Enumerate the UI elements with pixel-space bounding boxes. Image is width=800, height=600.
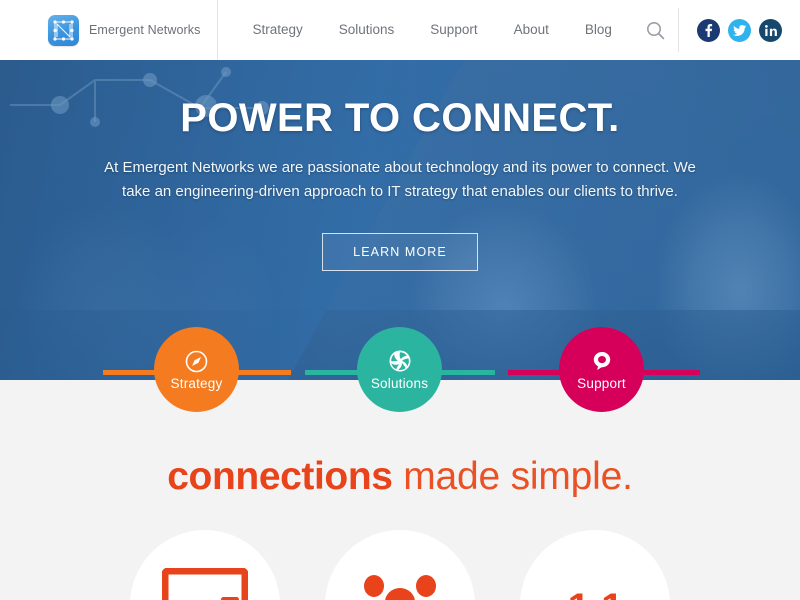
- badge-strategy[interactable]: Strategy: [154, 327, 239, 412]
- feature-one-to-one[interactable]: 1:1: [520, 530, 670, 600]
- service-badges: Strategy Solutions Support: [0, 327, 800, 457]
- tagline: connections made simple.: [0, 455, 800, 499]
- tagline-light: made simple.: [392, 455, 633, 498]
- feature-people[interactable]: [325, 530, 475, 600]
- twitter-icon[interactable]: [728, 18, 751, 42]
- one-to-one-icon: 1:1: [568, 588, 624, 600]
- main-nav: Strategy Solutions Support About Blog: [234, 0, 629, 60]
- feature-circles: 1:1: [0, 530, 800, 600]
- facebook-icon[interactable]: [697, 18, 720, 42]
- nav-item-blog[interactable]: Blog: [567, 0, 630, 60]
- devices-icon: [162, 568, 248, 600]
- linkedin-icon[interactable]: [759, 18, 782, 42]
- badge-support[interactable]: Support: [559, 327, 644, 412]
- nav-item-solutions[interactable]: Solutions: [321, 0, 413, 60]
- tagline-strong: connections: [167, 455, 393, 498]
- learn-more-button[interactable]: LEARN MORE: [322, 232, 478, 271]
- nav-item-strategy[interactable]: Strategy: [234, 0, 320, 60]
- hero-title: POWER TO CONNECT.: [180, 96, 620, 140]
- hero-subtitle: At Emergent Networks we are passionate a…: [104, 159, 696, 201]
- header-actions: [631, 0, 800, 60]
- badge-label-support: Support: [577, 376, 626, 391]
- speech-bubble-icon: [591, 348, 613, 374]
- brand-logo[interactable]: Emergent Networks: [0, 0, 219, 60]
- badge-solutions[interactable]: Solutions: [357, 327, 442, 412]
- nav-item-about[interactable]: About: [496, 0, 567, 60]
- site-header: Emergent Networks Strategy Solutions Sup…: [0, 0, 800, 60]
- compass-icon: [185, 348, 208, 374]
- people-group-icon: [354, 572, 446, 600]
- feature-devices[interactable]: [130, 530, 280, 600]
- page-root: Emergent Networks Strategy Solutions Sup…: [0, 0, 800, 600]
- network-node-logo-icon: [48, 14, 79, 46]
- nav-item-support[interactable]: Support: [412, 0, 495, 60]
- badge-label-solutions: Solutions: [370, 376, 429, 391]
- social-links: [679, 18, 800, 42]
- search-icon[interactable]: [631, 0, 679, 60]
- badge-label-strategy: Strategy: [170, 376, 223, 391]
- aperture-icon: [388, 348, 412, 374]
- brand-name: Emergent Networks: [89, 23, 201, 37]
